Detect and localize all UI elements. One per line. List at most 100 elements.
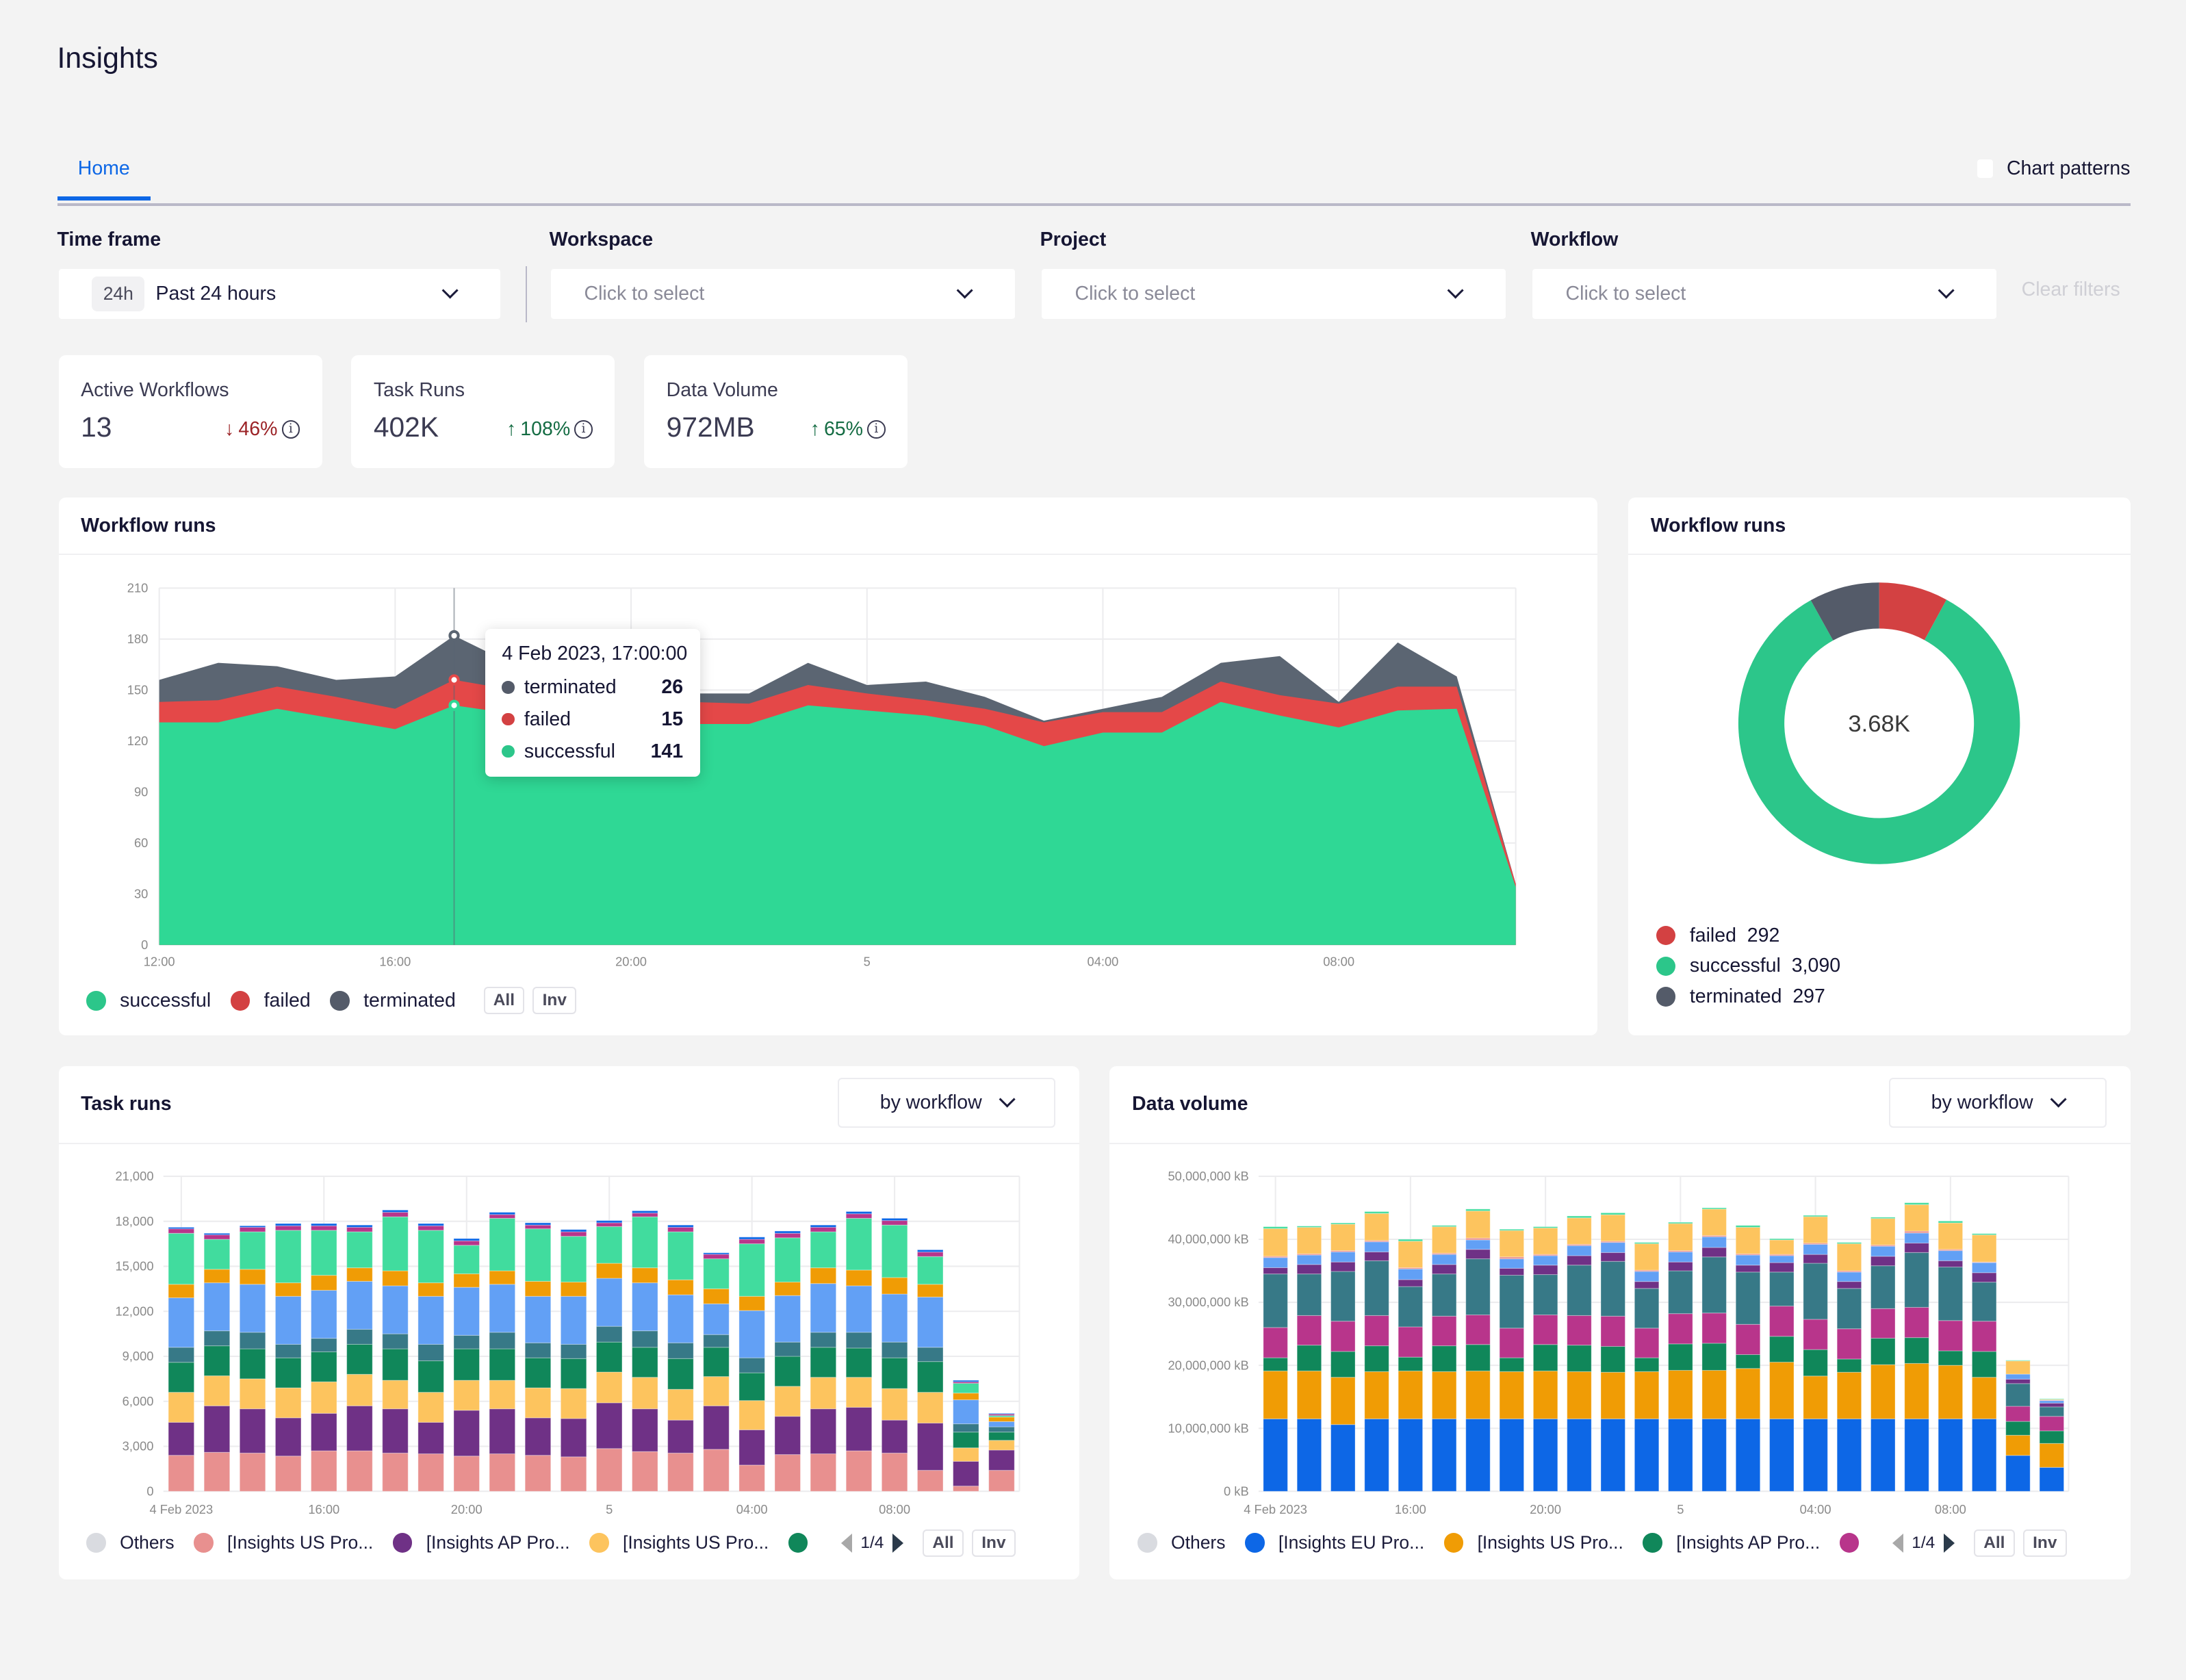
bar-segment [1465,1344,1491,1372]
chart-patterns-checkbox[interactable] [1977,159,1993,178]
info-icon[interactable]: i [867,420,886,439]
legend-item[interactable]: Others [1137,1532,1225,1553]
donut-legend-failed[interactable]: failed 292 [1656,925,1779,947]
bar-segment [738,1239,765,1245]
legend-item-successful[interactable]: successful [86,990,211,1012]
bar-segment [1499,1229,1525,1231]
legend-inv-button[interactable]: Inv [2022,1529,2067,1557]
bar-segment [453,1238,480,1241]
y-tick-label: 15,000 [115,1259,153,1274]
bar-segment [1938,1320,1964,1352]
legend-item[interactable]: [Insights US Pro... [194,1532,373,1553]
bar-segment [203,1235,230,1240]
tooltip-label: failed [524,708,571,730]
data-volume-panel: Data volume by workflow 0 kB 10,000,000 k… [1109,1066,2131,1579]
time-frame-select[interactable]: 24h Past 24 hours [58,269,501,320]
legend-inv-button[interactable]: Inv [532,987,577,1015]
bar-segment [1769,1262,1795,1273]
bar-segment [1972,1351,1997,1378]
bar-segment [810,1453,836,1492]
legend-item[interactable]: [Insights EU Pro... [1245,1532,1424,1553]
bar-segment [168,1228,194,1235]
workflow-select[interactable]: Click to select [1532,269,1996,320]
tooltip-value: 141 [650,740,684,762]
bar-segment [310,1338,337,1353]
bar-segment [881,1388,908,1421]
clear-filters-button[interactable]: Clear filters [2022,279,2120,301]
bar-segment [1330,1377,1356,1425]
legend-item[interactable]: Others [86,1532,175,1553]
bar-segment [702,1406,730,1450]
workflow-runs-area-chart[interactable]: 0 30 60 90 120 150 180 210 12:00 16:00 20:00 5 04:00… [59,497,1598,1035]
bar-segment [1904,1307,1930,1339]
legend-item[interactable]: [Insights US Pro... [589,1532,769,1553]
next-page-icon[interactable] [892,1533,903,1553]
bar-segment [2039,1443,2065,1469]
bar-segment [1634,1242,1660,1245]
bar-segment [1600,1214,1626,1242]
arrow-up-icon: ↑ [810,418,820,441]
bar-segment [1600,1213,1626,1215]
donut-legend-terminated[interactable]: terminated 297 [1656,985,1825,1008]
info-icon[interactable]: i [574,420,593,439]
chart-patterns-toggle[interactable]: Chart patterns [1977,157,2131,180]
legend-item[interactable] [1839,1533,1860,1553]
legend-item-terminated[interactable]: terminated [330,990,456,1012]
legend-item[interactable]: [Insights AP Pro... [1643,1532,1820,1553]
bar-segment [881,1453,908,1492]
legend-item[interactable] [788,1533,808,1553]
bar-segment [1533,1255,1558,1266]
bar-segment [1701,1237,1727,1248]
chart-patterns-label: Chart patterns [2006,157,2131,180]
bar-segment [1263,1267,1289,1275]
bar-segment [203,1330,230,1347]
legend-inv-button[interactable]: Inv [972,1529,1016,1557]
bar-segment [952,1486,979,1492]
bar-segment [1769,1239,1795,1255]
bar-segment [916,1297,944,1348]
prev-page-icon[interactable] [841,1533,853,1553]
legend-all-button[interactable]: All [483,987,525,1015]
bar-segment [560,1231,587,1237]
data-volume-bar-chart[interactable]: 0 kB 10,000,000 kB 20,000,000 kB 30,000,000… [1109,1066,2130,1579]
legend-item[interactable]: [Insights US Pro... [1443,1532,1623,1553]
bar-segment [1263,1371,1289,1420]
bar-segment [453,1240,480,1246]
bar-segment [203,1452,230,1492]
y-tick-label: 9,000 [122,1349,153,1363]
bar-segment [988,1426,1015,1433]
project-select[interactable]: Click to select [1041,269,1506,320]
bar-segment [168,1347,194,1363]
hover-point-failed [448,674,460,686]
bar-segment [1263,1327,1289,1358]
bar-segment [631,1211,658,1214]
bar-segment [381,1333,409,1349]
task-runs-bar-chart[interactable]: 0 3,000 6,000 9,000 12,000 15,000 18,000 21,000… [59,1066,1079,1579]
legend-dot [330,990,350,1011]
next-page-icon[interactable] [1943,1533,1955,1553]
x-tick-label: 5 [1677,1502,1684,1516]
x-tick-label: 5 [606,1502,613,1516]
bar-segment [1398,1269,1424,1280]
legend-item-failed[interactable]: failed [230,990,311,1012]
bar-segment [274,1223,301,1227]
tab-home[interactable]: Home [57,140,151,201]
workspace-select[interactable]: Click to select [550,269,1015,320]
legend-all-button[interactable]: All [1974,1529,2015,1557]
legend-label: Others [120,1532,175,1553]
bar-segment [346,1231,373,1269]
legend-all-button[interactable]: All [923,1529,964,1557]
bar-segment [1736,1265,1761,1273]
tooltip-value: 26 [661,675,684,698]
bar-segment [702,1376,730,1407]
bar-segment [417,1223,444,1227]
bar-segment [168,1297,194,1348]
prev-page-icon[interactable] [1892,1533,1904,1553]
bar-segment [1972,1282,1997,1322]
info-icon[interactable]: i [281,420,300,439]
legend-item[interactable]: [Insights AP Pro... [392,1532,570,1553]
bar-segment [381,1210,409,1213]
page-indicator: 1/4 [1912,1533,1936,1552]
bar-segment [810,1283,836,1333]
donut-legend-successful[interactable]: successful 3,090 [1656,955,1840,977]
